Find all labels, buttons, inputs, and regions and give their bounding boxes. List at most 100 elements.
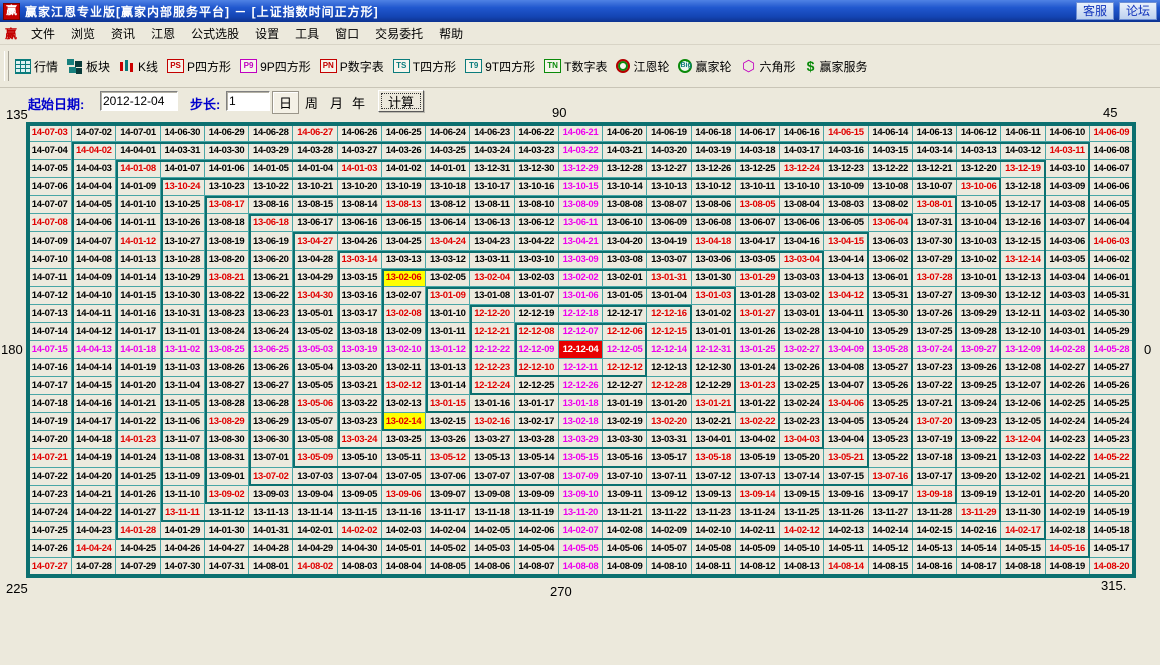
date-cell[interactable]: 13-01-26	[736, 323, 780, 341]
date-cell[interactable]: 13-01-08	[470, 287, 514, 305]
date-cell[interactable]: 14-01-08	[116, 160, 160, 178]
date-cell[interactable]: 14-06-17	[736, 124, 780, 142]
date-cell[interactable]: 14-06-29	[205, 124, 249, 142]
date-cell[interactable]: 14-02-03	[382, 522, 426, 540]
date-cell[interactable]: 13-10-23	[205, 178, 249, 196]
date-cell[interactable]: 13-05-12	[426, 449, 470, 467]
toolbar-button[interactable]: ⬡六角形	[741, 58, 796, 75]
date-cell[interactable]: 14-07-19	[28, 413, 72, 431]
menu-item[interactable]: 交易委托	[367, 25, 431, 42]
date-cell[interactable]: 13-08-04	[780, 196, 824, 214]
date-cell[interactable]: 14-03-19	[692, 142, 736, 160]
date-cell[interactable]: 13-11-07	[161, 431, 205, 449]
date-cell[interactable]: 13-11-24	[736, 504, 780, 522]
date-cell[interactable]: 14-08-03	[338, 558, 382, 576]
date-cell[interactable]: 14-01-28	[116, 522, 160, 540]
date-cell[interactable]: 14-08-09	[603, 558, 647, 576]
date-cell[interactable]: 13-02-27	[780, 341, 824, 359]
date-cell[interactable]: 13-07-08	[515, 468, 559, 486]
date-cell[interactable]: 13-11-14	[293, 504, 337, 522]
date-cell[interactable]: 13-01-29	[736, 269, 780, 287]
date-cell[interactable]: 13-08-15	[293, 196, 337, 214]
date-cell[interactable]: 13-10-02	[957, 251, 1001, 269]
date-cell[interactable]: 13-07-03	[293, 468, 337, 486]
date-cell[interactable]: 12-12-30	[692, 359, 736, 377]
start-date-input[interactable]	[100, 91, 178, 111]
date-cell[interactable]: 14-07-31	[205, 558, 249, 576]
date-cell[interactable]: 14-05-18	[1090, 522, 1134, 540]
date-cell[interactable]: 13-11-28	[913, 504, 957, 522]
date-cell[interactable]: 14-08-17	[957, 558, 1001, 576]
date-cell[interactable]: 13-10-06	[957, 178, 1001, 196]
date-cell[interactable]: 13-07-07	[470, 468, 514, 486]
date-cell[interactable]: 13-05-20	[780, 449, 824, 467]
date-cell[interactable]: 14-02-13	[824, 522, 868, 540]
toolbar-button[interactable]: K线	[119, 58, 158, 75]
date-cell[interactable]: 14-07-26	[28, 540, 72, 558]
date-cell[interactable]: 13-07-09	[559, 468, 603, 486]
date-cell[interactable]: 14-07-18	[28, 395, 72, 413]
date-cell[interactable]: 14-02-04	[426, 522, 470, 540]
date-cell[interactable]: 13-08-13	[382, 196, 426, 214]
date-cell[interactable]: 13-11-04	[161, 377, 205, 395]
date-cell[interactable]: 13-12-30	[515, 160, 559, 178]
date-cell[interactable]: 12-12-10	[515, 359, 559, 377]
date-cell[interactable]: 13-12-18	[1001, 178, 1045, 196]
date-cell[interactable]: 14-05-26	[1090, 377, 1134, 395]
date-cell[interactable]: 14-04-30	[338, 540, 382, 558]
date-cell[interactable]: 13-12-05	[1001, 413, 1045, 431]
date-cell[interactable]: 14-07-06	[28, 178, 72, 196]
date-cell[interactable]: 13-09-24	[957, 395, 1001, 413]
date-cell[interactable]: 13-01-24	[736, 359, 780, 377]
date-cell[interactable]: 14-02-23	[1046, 431, 1090, 449]
date-cell[interactable]: 13-10-12	[692, 178, 736, 196]
date-cell[interactable]: 14-04-12	[72, 323, 116, 341]
date-cell[interactable]: 14-07-07	[28, 196, 72, 214]
date-cell[interactable]: 13-12-06	[1001, 395, 1045, 413]
date-cell[interactable]: 14-07-09	[28, 232, 72, 250]
date-cell[interactable]: 13-02-01	[603, 269, 647, 287]
date-cell[interactable]: 13-01-04	[647, 287, 691, 305]
date-cell[interactable]: 13-03-13	[382, 251, 426, 269]
date-cell[interactable]: 13-02-24	[780, 395, 824, 413]
date-cell[interactable]: 14-06-28	[249, 124, 293, 142]
date-cell[interactable]: 13-01-12	[426, 341, 470, 359]
date-cell[interactable]: 13-08-21	[205, 269, 249, 287]
date-cell[interactable]: 13-12-19	[1001, 160, 1045, 178]
date-cell[interactable]: 13-04-13	[824, 269, 868, 287]
date-cell[interactable]: 12-12-07	[559, 323, 603, 341]
date-cell[interactable]: 14-07-20	[28, 431, 72, 449]
date-cell[interactable]: 14-06-01	[1090, 269, 1134, 287]
date-cell[interactable]: 14-06-05	[1090, 196, 1134, 214]
date-cell[interactable]: 13-01-01	[692, 323, 736, 341]
date-cell[interactable]: 14-05-07	[647, 540, 691, 558]
date-cell[interactable]: 13-04-26	[338, 232, 382, 250]
date-cell[interactable]: 12-12-31	[692, 341, 736, 359]
date-cell[interactable]: 13-10-30	[161, 287, 205, 305]
unit-toggle-week[interactable]: 周	[305, 93, 318, 112]
date-cell[interactable]: 12-12-14	[647, 341, 691, 359]
date-cell[interactable]: 14-06-23	[470, 124, 514, 142]
date-cell[interactable]: 13-09-28	[957, 323, 1001, 341]
date-cell[interactable]: 12-12-28	[647, 377, 691, 395]
date-cell[interactable]: 14-01-17	[116, 323, 160, 341]
date-cell[interactable]: 13-04-17	[736, 232, 780, 250]
date-cell[interactable]: 14-04-11	[72, 305, 116, 323]
date-cell[interactable]: 14-06-22	[515, 124, 559, 142]
date-cell[interactable]: 13-11-22	[647, 504, 691, 522]
date-cell[interactable]: 13-06-25	[249, 341, 293, 359]
date-cell[interactable]: 13-07-15	[824, 468, 868, 486]
date-cell[interactable]: 13-11-01	[161, 323, 205, 341]
date-cell[interactable]: 14-06-12	[957, 124, 1001, 142]
date-cell[interactable]: 13-12-09	[1001, 341, 1045, 359]
date-cell[interactable]: 13-09-20	[957, 468, 1001, 486]
date-cell[interactable]: 14-06-26	[338, 124, 382, 142]
date-cell[interactable]: 14-06-25	[382, 124, 426, 142]
date-cell[interactable]: 14-04-16	[72, 395, 116, 413]
date-cell[interactable]: 14-01-15	[116, 287, 160, 305]
start-date-cell[interactable]: 12-12-04	[559, 341, 603, 359]
date-cell[interactable]: 13-05-14	[515, 449, 559, 467]
date-cell[interactable]: 13-04-06	[824, 395, 868, 413]
date-cell[interactable]: 14-01-24	[116, 449, 160, 467]
date-cell[interactable]: 13-10-01	[957, 269, 1001, 287]
